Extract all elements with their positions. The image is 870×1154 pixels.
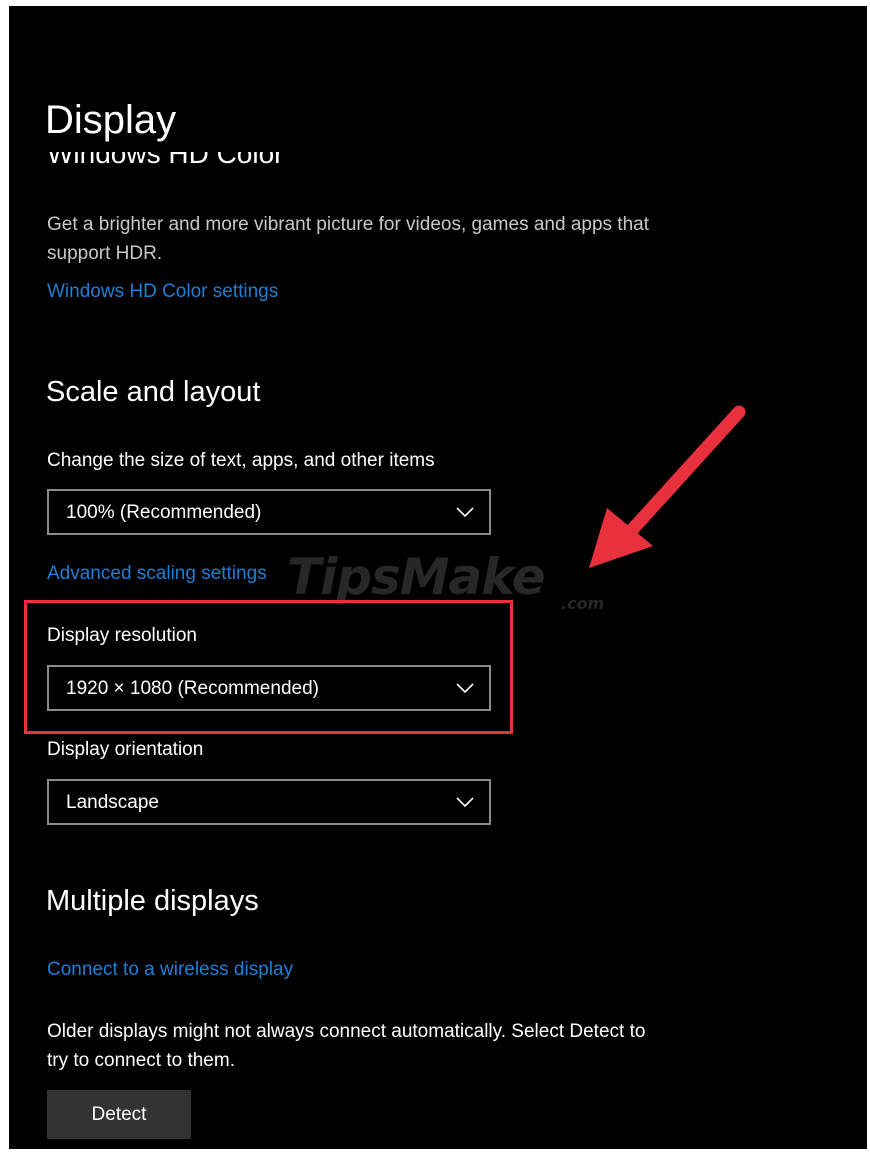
watermark: TipsMake xyxy=(287,548,546,606)
scale-dropdown[interactable]: 100% (Recommended) xyxy=(47,489,491,535)
detect-button[interactable]: Detect xyxy=(47,1090,191,1139)
orientation-dropdown-value: Landscape xyxy=(66,792,159,813)
page-title: Display xyxy=(45,98,177,142)
detect-note-line1: Older displays might not always connect … xyxy=(47,1021,646,1042)
watermark-suffix: .com xyxy=(561,594,605,613)
chevron-down-icon xyxy=(456,797,474,808)
hd-color-settings-link[interactable]: Windows HD Color settings xyxy=(47,281,278,303)
resolution-dropdown[interactable]: 1920 × 1080 (Recommended) xyxy=(47,665,491,711)
multiple-displays-title: Multiple displays xyxy=(46,885,259,917)
wireless-display-link[interactable]: Connect to a wireless display xyxy=(47,959,293,981)
hdr-description-line1: Get a brighter and more vibrant picture … xyxy=(47,214,649,235)
orientation-dropdown[interactable]: Landscape xyxy=(47,779,491,825)
chevron-down-icon xyxy=(456,683,474,694)
resolution-label: Display resolution xyxy=(47,625,197,646)
size-label: Change the size of text, apps, and other… xyxy=(47,450,435,471)
scale-layout-title: Scale and layout xyxy=(46,376,261,408)
red-arrow-icon xyxy=(589,405,746,568)
scale-dropdown-value: 100% (Recommended) xyxy=(66,502,262,523)
resolution-dropdown-value: 1920 × 1080 (Recommended) xyxy=(66,678,319,699)
settings-window: Display Windows HD Color Get a brighter … xyxy=(9,6,867,1149)
chevron-down-icon xyxy=(456,507,474,518)
orientation-label: Display orientation xyxy=(47,739,204,760)
hdr-description-line2: support HDR. xyxy=(47,243,163,264)
detect-note-line2: try to connect to them. xyxy=(47,1050,235,1071)
advanced-scaling-link[interactable]: Advanced scaling settings xyxy=(47,563,267,585)
